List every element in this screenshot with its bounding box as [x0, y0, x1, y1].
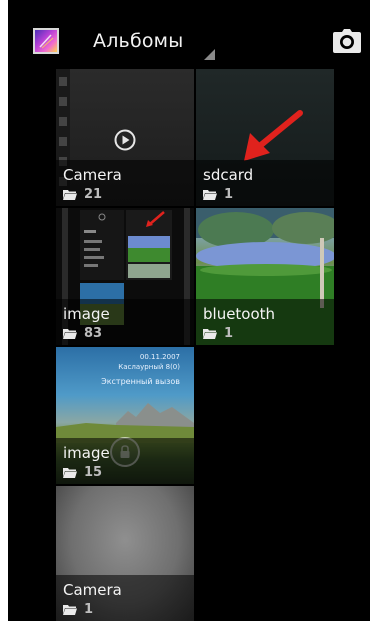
mountains-icon — [56, 403, 194, 443]
album-count-row: 15 — [63, 464, 102, 480]
action-bar: Альбомы — [8, 0, 370, 68]
album-tile[interactable]: Camera 1 — [56, 486, 194, 621]
gallery-app-icon[interactable] — [33, 28, 59, 54]
spinner-indicator-icon[interactable] — [204, 49, 215, 60]
folder-icon — [63, 467, 77, 478]
album-count-row: 1 — [63, 601, 93, 617]
album-spinner-title[interactable]: Альбомы — [93, 30, 183, 52]
album-tile[interactable]: image 83 — [56, 208, 194, 345]
folder-icon — [203, 328, 217, 339]
album-count: 15 — [84, 464, 103, 480]
album-count-row: 1 — [203, 325, 233, 341]
album-tile[interactable]: bluetooth 1 — [196, 208, 334, 345]
folder-icon — [63, 189, 77, 200]
album-name: bluetooth — [203, 305, 276, 323]
album-tile[interactable]: 00.11.2007 Каслаурный 8(0) Экстренный вы… — [56, 347, 194, 484]
lockscreen-date: Каслаурный 8(0) — [118, 363, 180, 371]
lockscreen-time: 00.11.2007 — [139, 353, 180, 361]
folder-icon — [203, 189, 217, 200]
album-count: 1 — [224, 325, 234, 341]
album-count-row: 1 — [203, 186, 233, 202]
album-count: 83 — [84, 325, 103, 341]
album-count: 1 — [84, 601, 94, 617]
album-count: 1 — [224, 186, 234, 202]
album-count-row: 83 — [63, 325, 102, 341]
album-tile[interactable]: sdcard 1 — [196, 69, 334, 206]
folder-icon — [63, 604, 77, 615]
album-count: 21 — [84, 186, 103, 202]
album-name: Camera — [63, 166, 122, 184]
album-name: sdcard — [203, 166, 254, 184]
folder-icon — [63, 328, 77, 339]
emergency-call-text: Экстренный вызов — [101, 377, 180, 386]
album-name: image — [63, 305, 110, 323]
album-count-row: 21 — [63, 186, 102, 202]
album-name: image — [63, 444, 110, 462]
album-name: Camera — [63, 581, 122, 599]
album-tile[interactable]: Camera 21 — [56, 69, 194, 206]
camera-icon[interactable] — [333, 29, 361, 53]
gallery-screen: Альбомы Camera 21 sdcard 1 image 83 blue… — [8, 0, 370, 621]
play-icon — [114, 129, 136, 155]
